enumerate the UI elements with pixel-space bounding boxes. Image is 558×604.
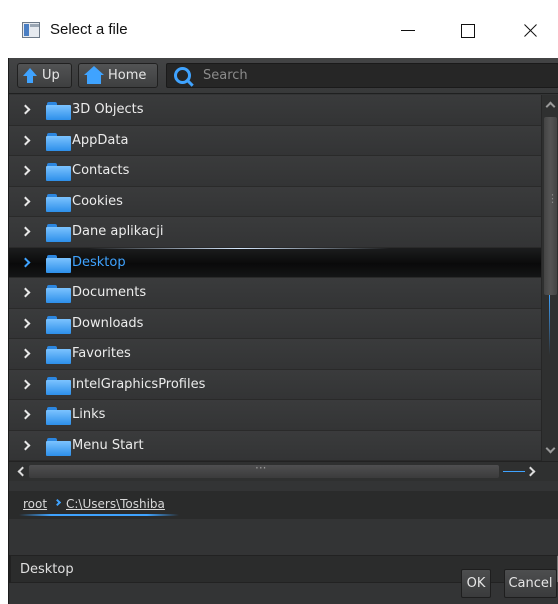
list-item-label: Documents: [72, 285, 147, 300]
list-item[interactable]: 3D Objects: [9, 95, 541, 126]
chevron-right-icon[interactable]: [20, 348, 31, 359]
breadcrumb-path-link[interactable]: C:\Users\Toshiba: [66, 497, 165, 511]
folder-icon: [46, 193, 71, 212]
folder-icon: [46, 437, 71, 456]
list-item[interactable]: Favorites: [9, 339, 541, 370]
vertical-scroll-thumb[interactable]: [544, 117, 558, 295]
chevron-right-icon[interactable]: [20, 287, 31, 298]
list-item[interactable]: Downloads: [9, 308, 541, 339]
list-item[interactable]: Cookies: [9, 186, 541, 217]
breadcrumb-root-link[interactable]: root: [23, 497, 47, 511]
folder-icon: [46, 407, 71, 425]
home-icon: [84, 66, 104, 85]
home-button[interactable]: Home: [78, 63, 158, 88]
folder-icon: [46, 254, 71, 273]
chevron-right-icon[interactable]: [20, 196, 31, 206]
breadcrumb: root C:\Users\Toshiba: [9, 491, 558, 519]
list-item-label: Desktop: [72, 254, 126, 270]
window-title: Select a file: [50, 21, 128, 38]
folder-icon: [46, 315, 71, 334]
up-button[interactable]: Up: [17, 63, 72, 88]
chevron-right-icon[interactable]: [20, 135, 31, 145]
list-item[interactable]: Documents: [9, 278, 541, 309]
list-item-label: Contacts: [72, 163, 130, 178]
folder-icon: [46, 376, 71, 395]
list-item[interactable]: Contacts: [9, 156, 541, 187]
list-item-label: Links: [72, 407, 106, 422]
list-item-label: 3D Objects: [72, 102, 144, 117]
file-dialog: Up Home 3D Objects AppData Contacts Cook…: [8, 58, 558, 604]
list-item[interactable]: Links: [9, 400, 541, 431]
folder-icon: [46, 224, 71, 242]
minimize-icon[interactable]: [380, 0, 436, 58]
scroll-down-icon[interactable]: [545, 443, 556, 454]
horizontal-scroll-thumb[interactable]: [29, 461, 499, 478]
up-button-label: Up: [42, 68, 60, 83]
chevron-right-icon[interactable]: [20, 104, 31, 115]
list-item-label: Downloads: [72, 315, 144, 331]
search-icon: [173, 66, 195, 88]
cancel-button[interactable]: Cancel: [504, 569, 557, 598]
folder-icon: [46, 102, 71, 120]
list-item-label: Dane aplikacji: [72, 224, 164, 239]
list-item[interactable]: Menu Start: [9, 430, 541, 461]
maximize-icon[interactable]: [440, 0, 496, 58]
scroll-up-icon[interactable]: [545, 101, 556, 112]
chevron-right-icon[interactable]: [20, 257, 31, 267]
folder-icon: [46, 163, 71, 181]
list-item[interactable]: Desktop: [9, 247, 541, 278]
up-arrow-icon: [23, 68, 37, 83]
app-window-icon: [22, 22, 40, 38]
chevron-right-icon[interactable]: [20, 226, 31, 237]
chevron-right-icon[interactable]: [20, 318, 31, 328]
list-item[interactable]: IntelGraphicsProfiles: [9, 369, 541, 400]
list-item-label: AppData: [72, 132, 129, 148]
vertical-scrollbar[interactable]: [541, 95, 558, 461]
search-input[interactable]: [203, 64, 553, 87]
list-item[interactable]: Dane aplikacji: [9, 217, 541, 248]
chevron-right-icon[interactable]: [20, 165, 31, 176]
close-icon[interactable]: [500, 0, 556, 58]
scroll-indicator-line: [503, 471, 525, 472]
chevron-right-icon[interactable]: [20, 440, 31, 450]
list-item-label: Favorites: [72, 346, 131, 361]
chevron-right-icon[interactable]: [20, 379, 31, 389]
chevron-right-icon[interactable]: [20, 409, 31, 420]
ok-button[interactable]: OK: [461, 569, 491, 598]
list-item[interactable]: AppData: [9, 125, 541, 156]
horizontal-scrollbar[interactable]: [9, 461, 558, 481]
chevron-right-icon: [53, 498, 62, 507]
scroll-right-icon[interactable]: [525, 466, 536, 477]
toolbar: Up Home: [9, 58, 558, 94]
scroll-left-icon[interactable]: [17, 466, 28, 477]
breadcrumb-underline: [19, 514, 179, 516]
file-list[interactable]: 3D Objects AppData Contacts Cookies Dane…: [9, 95, 541, 461]
folder-icon: [46, 346, 71, 364]
home-button-label: Home: [108, 68, 147, 83]
folder-icon: [46, 285, 71, 303]
window-titlebar: Select a file: [0, 0, 558, 58]
folder-icon: [46, 132, 71, 151]
scroll-indicator: [549, 295, 550, 355]
list-item-label: Menu Start: [72, 437, 144, 453]
list-item-label: Cookies: [72, 193, 123, 209]
list-item-label: IntelGraphicsProfiles: [72, 376, 206, 392]
search-box[interactable]: [166, 63, 558, 88]
